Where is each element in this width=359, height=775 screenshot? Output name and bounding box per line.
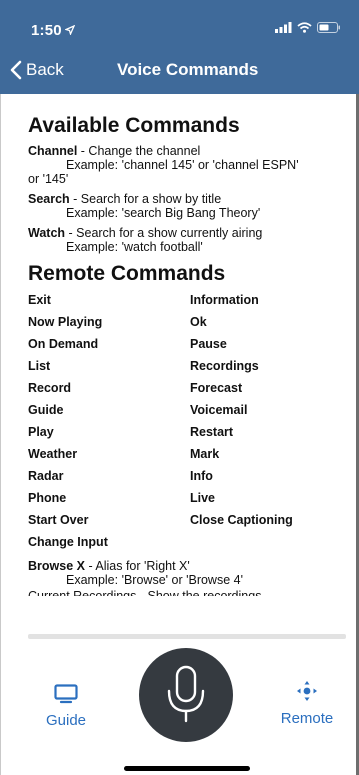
remote-command: Mark: [190, 447, 220, 461]
command-desc: - Alias for 'Right X': [84, 559, 190, 573]
command-desc: - Search for a show currently airing: [65, 226, 263, 240]
microphone-button[interactable]: [139, 648, 233, 742]
remote-command: List: [28, 359, 51, 373]
location-arrow-icon: [65, 25, 75, 35]
dpad-icon: [297, 681, 317, 701]
status-icons: [275, 22, 341, 33]
status-time: 1:50: [31, 22, 62, 39]
command-name: Search: [28, 192, 70, 206]
divider: [28, 634, 346, 639]
remote-command: Record: [28, 381, 72, 395]
command-name: Channel: [28, 144, 78, 158]
remote-command: Start Over: [28, 513, 89, 527]
available-commands-heading: Available Commands: [28, 114, 240, 137]
command-search: Search - Search for a show by title Exam…: [28, 192, 337, 220]
tv-icon: [54, 684, 78, 704]
remote-commands-heading: Remote Commands: [28, 262, 226, 285]
chevron-left-icon: [10, 60, 22, 80]
command-example: Example: 'watch football': [66, 240, 203, 254]
remote-command: Exit: [28, 293, 51, 307]
remote-command: Ok: [190, 315, 207, 329]
remote-command: Forecast: [190, 381, 243, 395]
microphone-icon: [167, 665, 205, 723]
command-example: Example: 'search Big Bang Theory': [66, 206, 261, 220]
remote-command: Radar: [28, 469, 64, 483]
remote-commands-list: Exit Information Now Playing Ok On Deman…: [28, 293, 337, 549]
remote-command: Information: [190, 293, 259, 307]
command-current-recordings-partial: Current Recordings - Show the recordings: [28, 589, 262, 596]
command-desc: - Search for a show by title: [69, 192, 222, 206]
back-button[interactable]: Back: [10, 60, 64, 80]
remote-command: Restart: [190, 425, 234, 439]
remote-command: Recordings: [190, 359, 259, 373]
command-browse: Browse X - Alias for 'Right X' Example: …: [28, 559, 337, 587]
header-bar: 1:50 Back Voice Commands: [0, 0, 359, 94]
remote-command: Guide: [28, 403, 64, 417]
remote-command: Info: [190, 469, 213, 483]
guide-label: Guide: [45, 712, 87, 729]
remote-button[interactable]: Remote: [274, 680, 340, 727]
remote-command: Play: [28, 425, 54, 439]
remote-label: Remote: [280, 710, 334, 727]
remote-command: On Demand: [28, 337, 99, 351]
command-name: Watch: [28, 226, 66, 240]
guide-button[interactable]: Guide: [38, 684, 94, 729]
command-desc: - Change the channel: [77, 144, 201, 158]
command-example-wrap: or '145': [28, 172, 69, 186]
command-name: Browse X: [28, 559, 85, 573]
remote-command: Pause: [190, 337, 227, 351]
back-label: Back: [26, 60, 64, 79]
command-example: Example: 'Browse' or 'Browse 4': [66, 573, 243, 587]
remote-command: Close Captioning: [190, 513, 293, 527]
remote-command: Phone: [28, 491, 67, 505]
commands-content[interactable]: Available Commands Channel - Change the …: [0, 94, 359, 614]
remote-command: [190, 535, 340, 549]
remote-command: Live: [190, 491, 216, 505]
command-watch: Watch - Search for a show currently airi…: [28, 226, 337, 254]
remote-command: Weather: [28, 447, 78, 461]
battery-icon: [317, 22, 340, 33]
remote-command: Change Input: [28, 535, 108, 549]
page-title: Voice Commands: [117, 60, 259, 79]
remote-command: Now Playing: [28, 315, 103, 329]
wifi-icon: [297, 22, 312, 33]
signal-icon: [275, 22, 292, 33]
remote-command: Voicemail: [190, 403, 248, 417]
command-channel: Channel - Change the channel Example: 'c…: [28, 144, 337, 186]
home-indicator[interactable]: [124, 766, 250, 771]
command-example: Example: 'channel 145' or 'channel ESPN': [66, 158, 299, 172]
